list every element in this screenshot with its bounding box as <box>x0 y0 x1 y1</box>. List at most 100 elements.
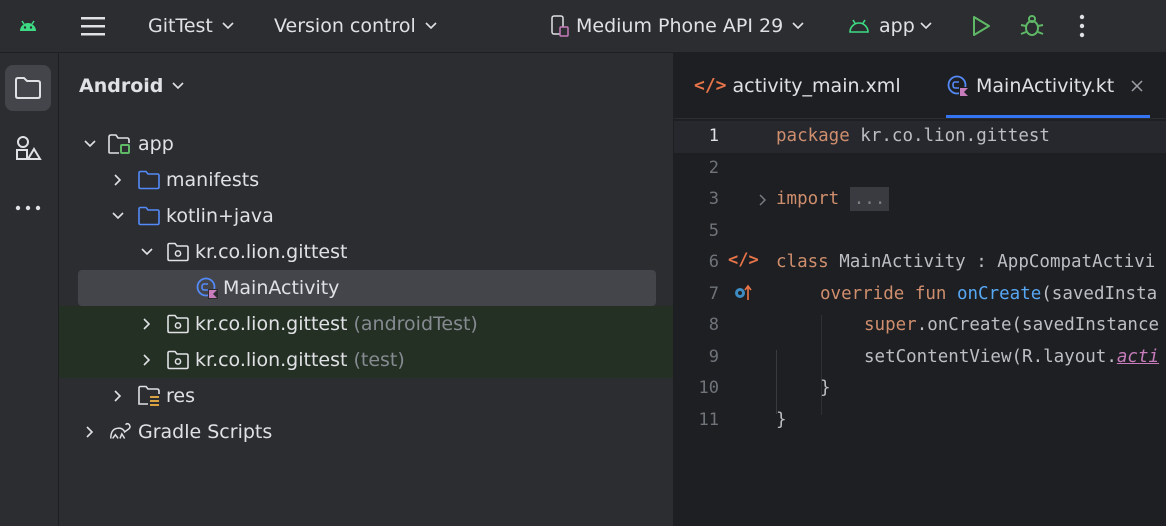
vertical-ellipsis-icon <box>1079 14 1085 38</box>
code-line-1[interactable]: package kr.co.lion.gittest <box>776 126 1050 146</box>
package-icon <box>166 348 190 372</box>
line-number: 9 <box>708 347 719 367</box>
line-number: 1 <box>708 126 719 146</box>
code-line-10[interactable]: } <box>820 378 831 398</box>
tree-item-app[interactable]: app <box>59 126 673 162</box>
code-text: setContentView(R.layout. <box>864 347 1117 367</box>
main-menu-button[interactable] <box>80 0 106 52</box>
line-number: 6 <box>708 252 719 272</box>
chevron-down-icon <box>172 82 184 90</box>
line-number: 7 <box>708 284 719 304</box>
folder-icon <box>137 168 161 192</box>
xml-file-icon: </> <box>694 75 727 96</box>
run-button[interactable] <box>970 0 992 52</box>
tab-main-activity-kt[interactable]: MainActivity.kt <box>946 53 1151 118</box>
res-folder-icon <box>137 384 161 408</box>
line-number: 10 <box>698 378 719 398</box>
kotlin-class-icon <box>947 75 969 97</box>
folder-icon <box>15 77 41 99</box>
tree-item-kotlin-java[interactable]: kotlin+java <box>59 198 673 234</box>
chevron-right-icon[interactable] <box>110 388 126 404</box>
run-config-name: app <box>879 15 915 37</box>
code-line-8[interactable]: super.onCreate(savedInstance <box>864 315 1159 335</box>
tree-item-main-activity[interactable]: MainActivity <box>59 270 673 306</box>
chevron-right-icon[interactable] <box>139 352 155 368</box>
selection-highlight <box>78 270 656 306</box>
folder-icon <box>137 204 161 228</box>
debug-button[interactable] <box>1019 0 1045 52</box>
source-set-suffix: (test) <box>353 349 405 371</box>
line-number: 2 <box>708 158 719 178</box>
tree-item-label: Gradle Scripts <box>138 421 273 443</box>
android-icon <box>849 19 869 33</box>
tree-item-label: kr.co.lion.gittest <box>195 241 348 263</box>
code-line-3[interactable]: import ... <box>776 187 890 211</box>
project-tool-button[interactable] <box>5 65 51 111</box>
tab-activity-main-xml[interactable]: </> activity_main.xml <box>694 53 901 118</box>
more-actions-button[interactable] <box>1074 0 1090 52</box>
shapes-icon <box>16 136 42 160</box>
tree-item-label: kr.co.lion.gittest (test) <box>195 349 405 371</box>
tree-item-gradle-scripts[interactable]: Gradle Scripts <box>59 414 673 450</box>
tree-item-package-main[interactable]: kr.co.lion.gittest <box>59 234 673 270</box>
tree-item-label: MainActivity <box>223 277 340 299</box>
line-number: 8 <box>708 315 719 335</box>
package-name: kr.co.lion.gittest <box>195 349 348 371</box>
chevron-down-icon[interactable] <box>82 136 98 152</box>
android-studio-logo-icon[interactable] <box>18 0 38 52</box>
tree-item-label: kotlin+java <box>166 205 274 227</box>
code-text: MainActivity : AppCompatActivi <box>828 252 1156 272</box>
code-text: kr.co.lion.gittest <box>849 126 1050 146</box>
code-line-7[interactable]: override fun onCreate(savedInsta <box>820 284 1157 304</box>
module-icon <box>107 132 131 156</box>
tree-item-manifests[interactable]: manifests <box>59 162 673 198</box>
line-number: 11 <box>698 410 719 430</box>
device-selector[interactable]: Medium Phone API 29 <box>550 0 805 52</box>
keyword: class <box>776 252 829 272</box>
code-line-9[interactable]: setContentView(R.layout.acti <box>864 347 1159 367</box>
editor-tabs: </> activity_main.xml MainActivity.kt <box>674 53 1166 119</box>
tree-item-package-android-test[interactable]: kr.co.lion.gittest (androidTest) <box>59 306 673 342</box>
chevron-down-icon[interactable] <box>139 244 155 260</box>
run-config-selector[interactable]: app <box>848 0 933 52</box>
resource-reference: acti <box>1116 347 1160 367</box>
code-line-6[interactable]: class MainActivity : AppCompatActivi <box>776 252 1155 272</box>
hamburger-icon <box>81 17 105 36</box>
tree-item-res[interactable]: res <box>59 378 673 414</box>
code-text: .onCreate(savedInstance <box>916 315 1160 335</box>
override-method-icon[interactable] <box>733 284 753 302</box>
package-icon <box>166 240 190 264</box>
package-name: kr.co.lion.gittest <box>195 313 348 335</box>
resource-manager-button[interactable] <box>5 125 51 171</box>
close-icon[interactable] <box>1130 79 1144 93</box>
vcs-widget[interactable]: Version control <box>274 0 438 52</box>
phone-device-icon <box>551 15 569 37</box>
indent-guide <box>821 315 822 415</box>
package-icon <box>166 312 190 336</box>
gradle-icon <box>108 420 132 444</box>
code-text: } <box>776 410 787 430</box>
chevron-right-icon[interactable] <box>139 316 155 332</box>
chevron-down-icon <box>222 22 234 30</box>
tree-item-label: res <box>166 385 195 407</box>
run-icon <box>973 16 990 36</box>
more-tool-windows-button[interactable] <box>5 185 51 231</box>
project-selector[interactable]: GitTest <box>148 0 235 52</box>
chevron-right-icon[interactable] <box>82 424 98 440</box>
related-layout-icon[interactable]: </> <box>728 250 759 270</box>
keyword: super <box>864 315 917 335</box>
tree-item-label: app <box>138 133 174 155</box>
chevron-down-icon[interactable] <box>110 208 126 224</box>
folded-imports[interactable]: ... <box>849 187 890 211</box>
project-name: GitTest <box>148 15 213 37</box>
function-name: onCreate <box>946 284 1042 304</box>
tree-item-package-test[interactable]: kr.co.lion.gittest (test) <box>59 342 673 378</box>
source-set-suffix: (androidTest) <box>353 313 478 335</box>
chevron-right-icon[interactable] <box>110 172 126 188</box>
fold-expand-icon[interactable] <box>757 192 769 208</box>
line-number: 3 <box>708 189 719 209</box>
project-view-selector[interactable]: Android <box>79 75 185 97</box>
keyword: override fun <box>820 284 947 304</box>
code-line-11[interactable]: } <box>776 410 787 430</box>
chevron-down-icon <box>425 22 437 30</box>
